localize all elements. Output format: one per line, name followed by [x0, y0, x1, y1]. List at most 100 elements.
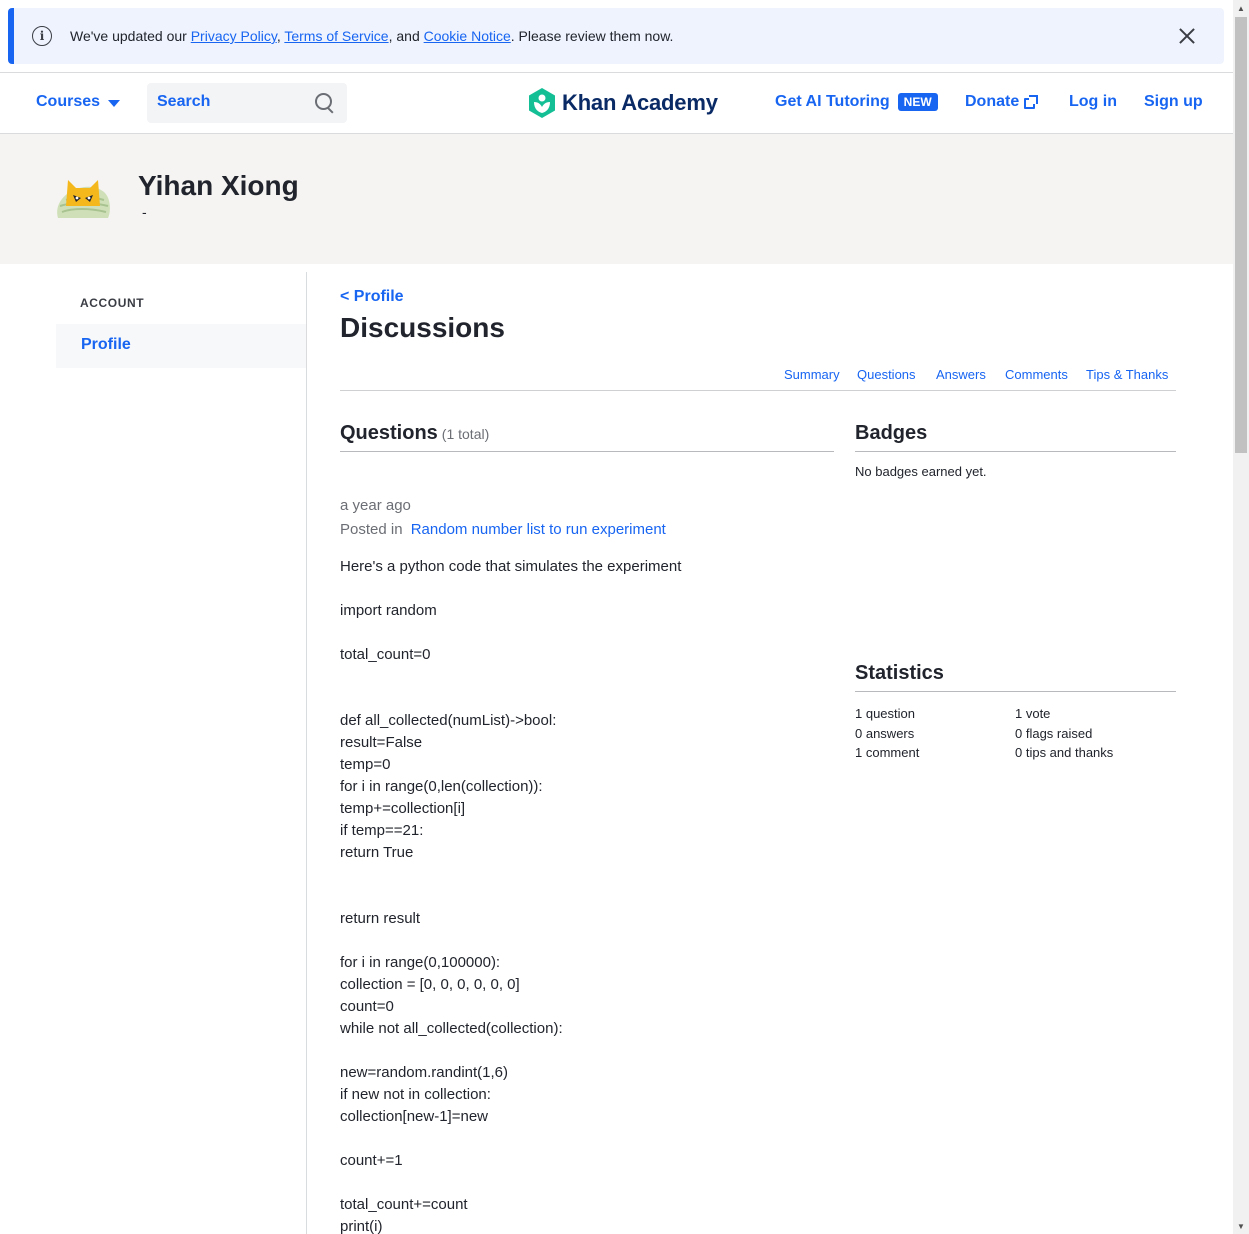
banner-prefix: We've updated our	[70, 28, 191, 44]
post-body-line	[340, 1040, 681, 1062]
post-body-line: total_count+=count	[340, 1196, 468, 1213]
sidebar-section-label: ACCOUNT	[80, 296, 145, 310]
close-icon[interactable]	[1176, 25, 1198, 47]
posted-in-label: Posted in	[340, 521, 403, 538]
banner-message: We've updated our Privacy Policy, Terms …	[70, 26, 673, 46]
banner-sep2: , and	[388, 28, 424, 44]
statistics-column-2: 1 vote 0 flags raised 0 tips and thanks	[1015, 704, 1113, 763]
statistics-column-1: 1 question 0 answers 1 comment	[855, 704, 919, 763]
top-nav: Courses Khan Academy Get AI Tutoring NEW…	[0, 72, 1233, 134]
post-body-line	[340, 1128, 681, 1150]
avatar	[57, 180, 110, 218]
post-body-line: for i in range(0,100000):	[340, 954, 501, 971]
stat-questions: 1 question	[855, 706, 915, 721]
tab-questions[interactable]: Questions	[857, 367, 916, 382]
banner-suffix: . Please review them now.	[510, 28, 674, 44]
post-body-line: if temp==21:	[340, 822, 424, 839]
terms-of-service-link[interactable]: Terms of Service	[284, 28, 388, 44]
donate-label: Donate	[965, 93, 1020, 110]
info-icon: i	[32, 26, 52, 46]
scroll-down-icon[interactable]: ▼	[1233, 1218, 1249, 1234]
external-link-icon	[1024, 94, 1039, 109]
post-body-line: if new not in collection:	[340, 1086, 491, 1103]
post-body-line: while not all_collected(collection):	[340, 1020, 563, 1037]
sidebar-item-profile[interactable]: Profile	[56, 324, 306, 368]
post-body-line: for i in range(0,len(collection)):	[340, 778, 543, 795]
post-body-line: temp=0	[340, 756, 391, 773]
statistics-heading: Statistics	[855, 662, 1176, 692]
post-body-line	[340, 578, 681, 600]
post-body-line: collection = [0, 0, 0, 0, 0, 0]	[340, 976, 520, 993]
post-body-line	[340, 688, 681, 710]
stat-votes: 1 vote	[1015, 706, 1051, 721]
post-body-line: new=random.randint(1,6)	[340, 1064, 509, 1081]
post-body-line: result=False	[340, 734, 423, 751]
post-body-line: temp+=collection[i]	[340, 800, 466, 817]
scroll-thumb[interactable]	[1235, 17, 1247, 453]
profile-header: Yihan Xiong -	[0, 134, 1233, 264]
post-body-line: return True	[340, 844, 414, 861]
sidebar-item-label: Profile	[81, 336, 131, 353]
post-body-line: print(i)	[340, 1218, 383, 1234]
stat-tips-thanks: 0 tips and thanks	[1015, 745, 1114, 760]
post-body-line	[340, 666, 681, 688]
donate-link[interactable]: Donate	[965, 93, 1039, 111]
signup-link[interactable]: Sign up	[1144, 93, 1203, 111]
post-body-line	[340, 864, 681, 886]
questions-heading-text: Questions	[340, 422, 438, 444]
tab-tips-thanks[interactable]: Tips & Thanks	[1086, 367, 1168, 382]
post-body-line	[340, 930, 681, 952]
logo-text: Khan Academy	[562, 90, 718, 115]
search-input[interactable]	[157, 93, 307, 111]
post-body-line: def all_collected(numList)->bool:	[340, 712, 557, 729]
post-body-line	[340, 622, 681, 644]
sidebar-divider	[306, 272, 307, 1234]
posted-in-link[interactable]: Random number list to run experiment	[411, 521, 666, 538]
stat-flags: 0 flags raised	[1015, 725, 1093, 741]
post-body-line: return result	[340, 910, 421, 927]
tab-comments[interactable]: Comments	[1005, 367, 1068, 382]
ai-tutoring-link[interactable]: Get AI Tutoring NEW	[775, 93, 938, 111]
questions-heading: Questions (1 total)	[340, 422, 834, 452]
courses-menu-button[interactable]: Courses	[36, 93, 121, 111]
post-body-line: import random	[340, 602, 437, 619]
discussion-tabs: Summary Questions Answers Comments Tips …	[340, 366, 1176, 391]
policy-update-banner: i We've updated our Privacy Policy, Term…	[8, 8, 1224, 64]
back-to-profile-link[interactable]: < Profile	[340, 288, 404, 306]
new-badge: NEW	[897, 93, 938, 111]
stat-comments: 1 comment	[855, 745, 920, 760]
badges-heading: Badges	[855, 422, 1176, 452]
khan-academy-logo[interactable]: Khan Academy	[528, 88, 718, 118]
statistics-grid: 1 question 0 answers 1 comment 1 vote 0 …	[855, 704, 1176, 764]
questions-total: (1 total)	[441, 426, 490, 442]
search-box[interactable]	[147, 83, 347, 123]
ai-tutoring-label: Get AI Tutoring	[775, 93, 890, 110]
privacy-policy-link[interactable]: Privacy Policy	[191, 28, 277, 44]
post-time: a year ago	[340, 497, 411, 514]
post-body-line: Here's a python code that simulates the …	[340, 558, 682, 575]
page: i We've updated our Privacy Policy, Term…	[0, 0, 1233, 1234]
tab-summary[interactable]: Summary	[784, 367, 840, 382]
profile-name: Yihan Xiong	[138, 170, 299, 201]
login-link[interactable]: Log in	[1069, 93, 1117, 111]
post-body-line	[340, 1172, 681, 1194]
tab-answers[interactable]: Answers	[936, 367, 986, 382]
statistics-section: Statistics 1 question 0 answers 1 commen…	[855, 662, 1176, 764]
logo-mark-icon	[529, 88, 555, 118]
search-icon[interactable]	[315, 93, 335, 113]
page-title: Discussions	[340, 312, 505, 343]
post-body-line	[340, 886, 681, 908]
scroll-up-icon[interactable]: ▲	[1233, 0, 1249, 16]
post-body: Here's a python code that simulates the …	[340, 556, 681, 1234]
posted-in: Posted in Random number list to run expe…	[340, 521, 666, 538]
no-badges-text: No badges earned yet.	[855, 464, 987, 479]
courses-label: Courses	[36, 93, 101, 110]
post-body-line: count=0	[340, 998, 394, 1015]
cookie-notice-link[interactable]: Cookie Notice	[424, 28, 511, 44]
post-body-line: total_count=0	[340, 646, 431, 663]
badges-section: Badges No badges earned yet.	[855, 422, 1176, 479]
profile-subtitle: -	[142, 204, 147, 220]
chevron-down-icon	[108, 99, 121, 107]
post-body-line: count+=1	[340, 1152, 403, 1169]
page-scrollbar[interactable]: ▲ ▼	[1233, 0, 1249, 1234]
